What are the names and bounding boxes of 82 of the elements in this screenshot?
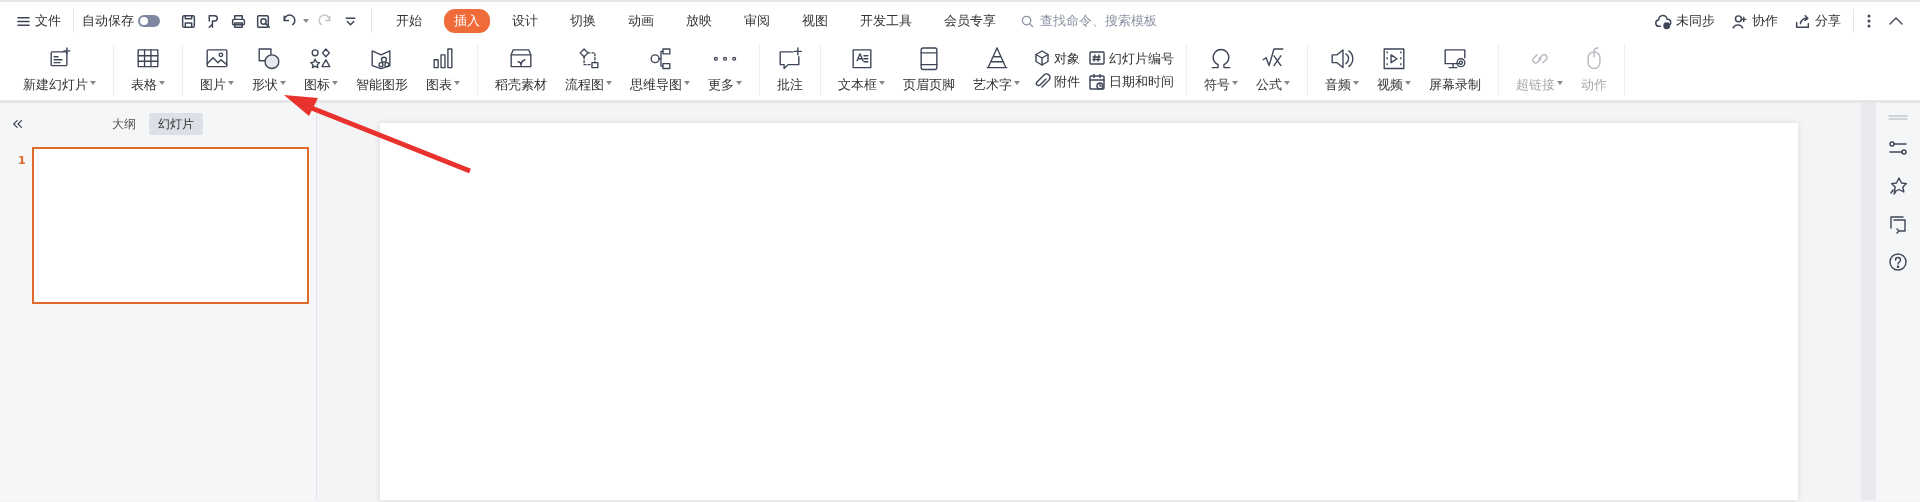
slide-number: 1 xyxy=(18,153,26,167)
caret-icon xyxy=(1284,80,1290,85)
sync-button[interactable]: 未同步 xyxy=(1651,9,1719,33)
calendar-icon xyxy=(1088,72,1106,91)
caret-icon xyxy=(303,19,309,23)
ribbon-button[interactable]: 符号 xyxy=(1195,44,1247,96)
autosave-toggle[interactable] xyxy=(138,15,160,27)
panel-tab[interactable]: 大纲 xyxy=(103,113,145,135)
ribbon-button[interactable]: 更多 xyxy=(699,44,751,96)
ribbon-tab[interactable]: 开发工具 xyxy=(850,9,922,33)
ribbon-button[interactable]: 屏幕录制 xyxy=(1420,44,1490,96)
double-chevron-left-icon xyxy=(12,118,24,130)
caret-icon xyxy=(736,80,742,85)
ribbon-button[interactable]: 艺术字 xyxy=(964,44,1029,96)
ribbon-button[interactable]: 表格 xyxy=(122,44,174,96)
caret-icon xyxy=(606,80,612,85)
caret-icon xyxy=(159,80,165,85)
ribbon-button[interactable]: 日期和时间 xyxy=(1088,72,1174,92)
save-icon xyxy=(180,12,197,30)
file-menu[interactable]: 文件 xyxy=(12,9,65,33)
shapes-icon xyxy=(256,46,282,72)
ribbon-button[interactable]: 公式 xyxy=(1247,44,1299,96)
collab-button[interactable]: 协作 xyxy=(1727,9,1782,33)
comment-icon xyxy=(777,46,803,72)
ribbon-tab[interactable]: 动画 xyxy=(618,9,664,33)
caret-icon xyxy=(879,80,885,85)
ribbon-tab[interactable]: 开始 xyxy=(386,9,432,33)
caret-icon xyxy=(1353,80,1359,85)
help-icon xyxy=(1888,252,1908,272)
share-icon xyxy=(1794,12,1811,30)
ribbon-button[interactable]: 视频 xyxy=(1368,44,1420,96)
ribbon-button[interactable]: 形状 xyxy=(243,44,295,96)
ribbon-button[interactable]: 流程图 xyxy=(556,44,621,96)
panel-grip-icon xyxy=(1888,115,1908,120)
ribbon-tab[interactable]: 切换 xyxy=(560,9,606,33)
ribbon-button[interactable]: 文本框 xyxy=(829,44,894,96)
caret-icon xyxy=(454,80,460,85)
ribbon-button[interactable]: 附件 xyxy=(1033,72,1080,92)
caret-icon xyxy=(332,80,338,85)
caret-icon xyxy=(1232,80,1238,85)
caret-icon xyxy=(684,80,690,85)
cloud-icon xyxy=(1655,12,1672,30)
ribbon-tab[interactable]: 审阅 xyxy=(734,9,780,33)
share-button[interactable]: 分享 xyxy=(1790,9,1845,33)
panel-tab[interactable]: 幻灯片 xyxy=(149,113,203,135)
ribbon-button[interactable]: 批注 xyxy=(768,44,812,96)
ribbon-button[interactable]: 页眉页脚 xyxy=(894,44,964,96)
more-icon xyxy=(1866,13,1872,29)
ribbon-button[interactable]: 幻灯片编号 xyxy=(1088,48,1174,68)
ribbon-button[interactable]: 新建幻灯片 xyxy=(14,44,105,96)
caret-icon xyxy=(1405,80,1411,85)
search-field[interactable]: 查找命令、搜索模板 xyxy=(1038,10,1208,32)
ribbon-tab[interactable]: 视图 xyxy=(792,9,838,33)
sliders-icon xyxy=(1888,138,1908,158)
print-icon xyxy=(230,12,247,30)
caret-icon xyxy=(90,80,96,85)
ribbon-button[interactable]: 思维导图 xyxy=(621,44,699,96)
ribbon-tab[interactable]: 放映 xyxy=(676,9,722,33)
ribbon-button[interactable]: 稻壳素材 xyxy=(486,44,556,96)
person-plus-icon xyxy=(1731,12,1748,30)
screen-icon xyxy=(1888,214,1908,234)
ribbon-button[interactable]: 图标 xyxy=(295,44,347,96)
ribbon-button[interactable]: 图片 xyxy=(191,44,243,96)
caret-icon xyxy=(280,80,286,85)
ribbon-button[interactable]: 智能图形 xyxy=(347,44,417,96)
slide-thumbnail[interactable] xyxy=(31,147,309,304)
star-icon xyxy=(1888,176,1908,196)
ribbon-tab[interactable]: 设计 xyxy=(502,9,548,33)
dots-icon xyxy=(712,56,738,62)
search-icon xyxy=(1020,13,1035,29)
caret-icon xyxy=(1014,80,1020,85)
caret-icon xyxy=(1557,80,1563,85)
preview-icon xyxy=(255,12,272,30)
video-icon xyxy=(1381,46,1407,72)
ribbon-button[interactable]: 对象 xyxy=(1033,48,1080,68)
autosave-label: 自动保存 xyxy=(82,12,134,31)
ribbon-tab[interactable]: 会员专享 xyxy=(934,9,1006,33)
hash-icon xyxy=(1088,49,1106,68)
cube-icon xyxy=(1033,49,1051,68)
ribbon-button[interactable]: 音频 xyxy=(1316,44,1368,96)
caret-icon xyxy=(228,80,234,85)
ribbon-button[interactable]: 图表 xyxy=(417,44,469,96)
